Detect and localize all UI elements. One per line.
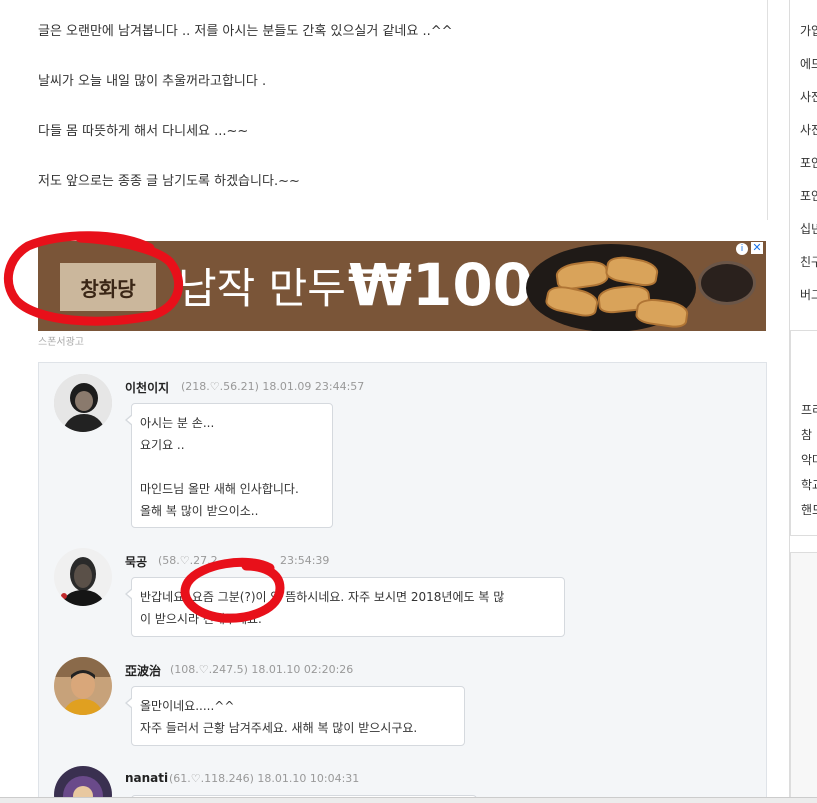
ad-dumpling-image [526,244,696,331]
ad-brand-logo: 창화당 [60,263,156,311]
post-line: 다들 몸 따뜻하게 해서 다니세요 ...~~ [38,124,249,139]
avatar[interactable] [54,657,112,715]
avatar[interactable] [54,374,112,432]
comment-line: 아시는 분 손... [140,416,215,430]
comment-bubble: 반갑네요. 요즘 그분(?)이 영 뜸하시네요. 자주 보시면 2018년에도 … [125,577,565,637]
comment-meta: (218.♡.56.21) 18.01.09 23:44:57 [181,380,365,393]
comment-line: 올해 복 많이 받으이소.. [140,504,259,518]
ad-banner[interactable]: 창화당 납작 만두 ₩100 i ✕ [38,241,766,331]
comment-meta: (108.♡.247.5) 18.01.10 02:20:26 [170,663,354,676]
comment-author[interactable]: 묵공 [125,553,147,570]
ad-headline: 납작 만두 [178,264,346,313]
comment-line: 반갑네요. 요즘 그분(?)이 영 뜸하시네요. 자주 보시면 2018년에도 … [140,590,505,604]
sidebar-item[interactable]: 악마 [801,451,817,468]
comment-line [140,456,324,478]
comment-list: 이천이지 (218.♡.56.21) 18.01.09 23:44:57 아시는… [38,362,767,802]
sidebar-box: 프리 참 악마 학교 핸드 [790,330,817,536]
comment-meta-time: 23:54:39 [280,554,330,567]
sidebar-item[interactable]: 참 [801,426,812,443]
comment-line: 올만이네요.....^^ [140,699,235,713]
comment-author[interactable]: 이천이지 [125,379,169,396]
sidebar-item[interactable]: 십년 [800,220,817,237]
sidebar-item[interactable]: 사진 [800,121,817,138]
comment-line: 이 받으시라 전해주세요. [140,612,262,626]
content-divider [767,0,768,220]
sidebar-item[interactable]: 포인 [800,154,817,171]
sidebar-item[interactable]: 에드 [800,55,817,72]
comment-meta: (58.♡.27.2 [158,554,218,567]
sidebar-box [790,552,817,802]
post-line: 날씨가 오늘 내일 많이 추울꺼라고합니다 . [38,74,267,89]
sidebar-item[interactable]: 버그 [800,286,817,303]
sidebar-item[interactable]: 프리 [801,401,817,418]
avatar[interactable] [54,548,112,606]
comment-author[interactable]: 亞波治 [125,662,161,679]
comment-line: 마인드님 올만 새해 인사합니다. [140,482,299,496]
comment-line: 자주 들러서 근황 남겨주세요. 새해 복 많이 받으시구요. [140,721,418,735]
comment-bubble: 아시는 분 손... 요기요 .. 마인드님 올만 새해 인사합니다. 올해 복… [125,403,333,528]
sidebar-item[interactable]: 학교 [801,476,817,493]
comment-meta: (61.♡.118.246) 18.01.10 10:04:31 [169,772,360,785]
sponsor-label: 스폰서광고 [38,337,84,348]
horizontal-scrollbar[interactable] [0,797,817,803]
sidebar-item[interactable]: 가입 [800,22,817,39]
ad-close-icon[interactable]: ✕ [751,242,763,254]
sidebar-item[interactable]: 포인 [800,187,817,204]
ad-info-icon[interactable]: i [736,243,748,255]
ad-price: ₩100 [348,251,534,319]
ad-sauce-bowl [698,261,756,305]
comment-bubble: 올만이네요.....^^ 자주 들러서 근황 남겨주세요. 새해 복 많이 받으… [125,686,465,746]
post-line: 글은 오랜만에 남겨봅니다 .. 저를 아시는 분들도 간혹 있으실거 같네요 … [38,24,453,39]
comment-author[interactable]: nanati [125,771,168,785]
sidebar-item[interactable]: 핸드 [801,501,817,518]
right-sidebar: 가입 에드 사전 사진 포인 포인 십년 친구 버그 프리 참 악마 학교 핸드 [789,0,817,802]
sidebar-item[interactable]: 사전 [800,88,817,105]
sidebar-item[interactable]: 친구 [800,253,817,270]
comment-line: 요기요 .. [140,438,185,452]
post-line: 저도 앞으로는 종종 글 남기도록 하겠습니다.~~ [38,174,300,189]
